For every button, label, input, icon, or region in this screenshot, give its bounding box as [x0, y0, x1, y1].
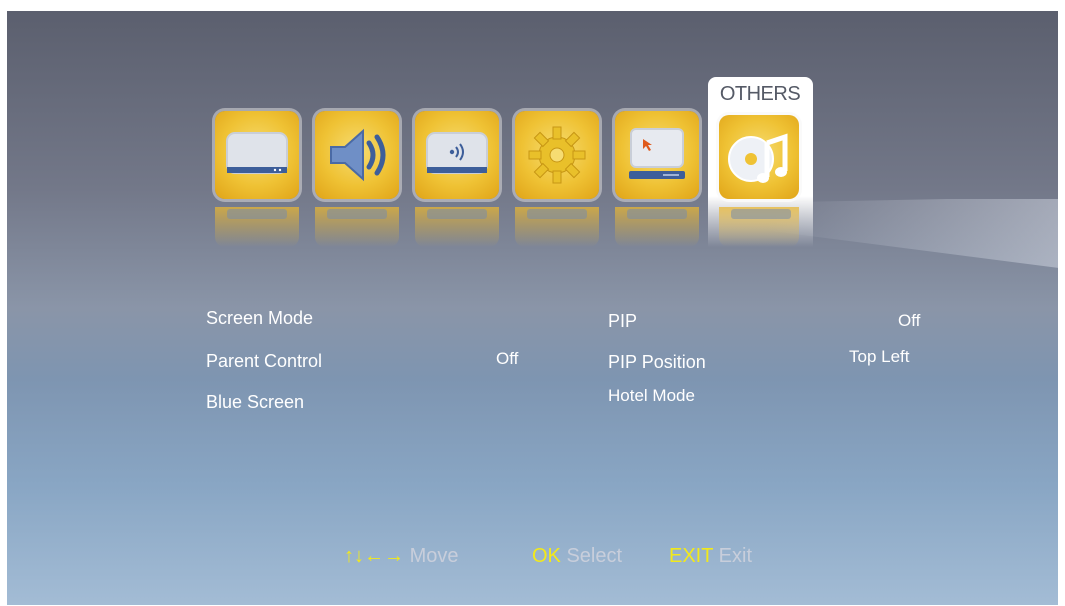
gear-icon [528, 126, 586, 184]
tv-screen-icon [226, 132, 288, 174]
disc-music-icon [728, 133, 788, 183]
exit-key-label: EXIT [669, 545, 714, 567]
menu-item-screen-mode[interactable]: Screen Mode [206, 308, 313, 329]
tab-setup-reflection [515, 207, 599, 247]
arrow-keys-icon: ↑↓←→ [344, 545, 404, 567]
tab-pc[interactable] [615, 111, 699, 199]
hint-exit: EXIT Exit [669, 545, 752, 568]
tab-picture[interactable] [215, 111, 299, 199]
menu-item-parent-control[interactable]: Parent Control [206, 351, 322, 372]
menu-item-pip-position[interactable]: PIP Position [608, 352, 706, 373]
monitor-cursor-icon [629, 128, 685, 179]
tab-others[interactable] [719, 115, 799, 199]
broadcast-tv-icon [426, 132, 488, 174]
hint-select-label: Select [566, 545, 623, 567]
tab-setup[interactable] [515, 111, 599, 199]
tab-pc-reflection [615, 207, 699, 247]
hint-move-label: Move [409, 545, 459, 567]
hint-move: ↑↓←→ Move [344, 545, 458, 568]
menu-item-pip[interactable]: PIP [608, 311, 637, 332]
ok-key-label: OK [532, 545, 561, 567]
speaker-icon [330, 128, 386, 182]
menu-tab-bar: OTHERS [7, 11, 1058, 271]
parent-control-value: Off [496, 349, 519, 368]
tab-sound-reflection [315, 207, 399, 247]
tab-channel-reflection [415, 207, 499, 247]
pip-value: Off [898, 311, 921, 330]
tab-others-reflection [719, 207, 799, 247]
menu-item-blue-screen[interactable]: Blue Screen [206, 392, 304, 413]
pip-position-value: Top Left [849, 347, 910, 366]
tv-menu-screen: OTHERS Screen Mode Parent Control Off Bl… [7, 11, 1058, 605]
tab-sound[interactable] [315, 111, 399, 199]
hint-exit-label: Exit [718, 545, 752, 567]
tab-picture-reflection [215, 207, 299, 247]
hint-select: OK Select [532, 545, 622, 568]
active-tab-label: OTHERS [719, 83, 801, 105]
tab-channel[interactable] [415, 111, 499, 199]
menu-item-hotel-mode[interactable]: Hotel Mode [608, 386, 695, 406]
